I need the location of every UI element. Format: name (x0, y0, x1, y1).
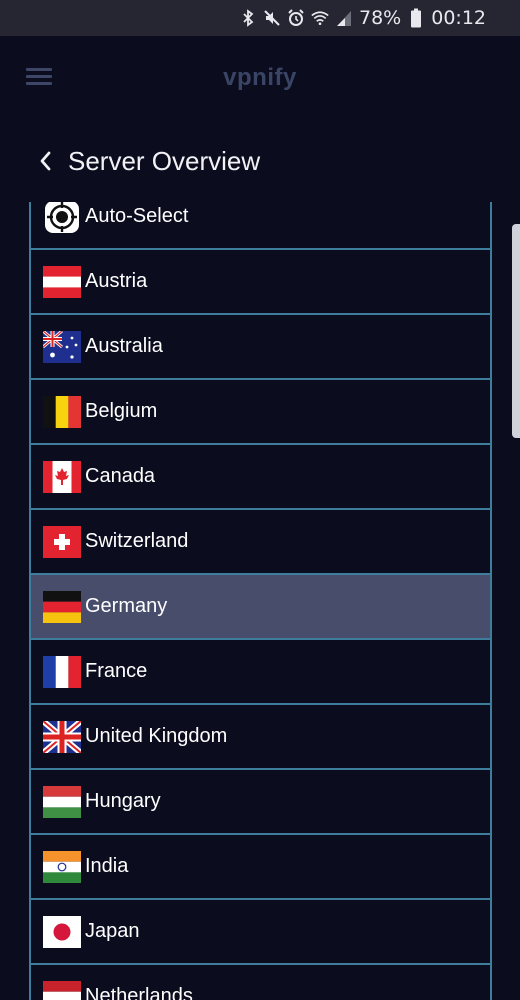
server-label: Belgium (85, 400, 158, 422)
back-button[interactable]: Server Overview (38, 138, 260, 184)
target-icon (45, 202, 79, 233)
server-row-netherlands[interactable]: Netherlands (31, 965, 490, 1000)
flag-india-icon (43, 850, 81, 883)
server-row-united-kingdom[interactable]: United Kingdom (31, 705, 490, 770)
server-label: Netherlands (85, 985, 193, 1000)
flag-france-icon (43, 655, 81, 688)
server-label: Auto-Select (85, 205, 189, 227)
server-label: Australia (85, 335, 163, 357)
flag-australia-icon (43, 330, 81, 363)
server-list[interactable]: Auto-Select Austria Australia Belgium Ca… (29, 202, 492, 1000)
flag-germany-icon (43, 590, 81, 623)
flag-austria-icon (43, 265, 81, 298)
app-title: vpnify (223, 64, 297, 91)
server-label: France (85, 660, 148, 682)
flag-netherlands-icon (43, 980, 81, 1000)
page-title: Server Overview (68, 145, 261, 176)
signal-icon (335, 9, 353, 27)
server-row-india[interactable]: India (31, 835, 490, 900)
server-label: India (85, 855, 129, 877)
app-bar: vpnify (0, 36, 520, 118)
flag-belgium-icon (43, 395, 81, 428)
server-label: Switzerland (85, 530, 189, 552)
server-row-switzerland[interactable]: Switzerland (31, 510, 490, 575)
flag-uk-icon (43, 720, 81, 753)
wifi-icon (311, 9, 329, 27)
server-row-hungary[interactable]: Hungary (31, 770, 490, 835)
flag-canada-icon (43, 460, 81, 493)
clock: 00:12 (431, 7, 486, 29)
server-row-canada[interactable]: Canada (31, 445, 490, 510)
chevron-left-icon (38, 148, 56, 174)
server-row-belgium[interactable]: Belgium (31, 380, 490, 445)
server-row-australia[interactable]: Australia (31, 315, 490, 380)
battery-icon (407, 8, 425, 28)
server-row-auto-select[interactable]: Auto-Select (31, 202, 490, 250)
server-row-france[interactable]: France (31, 640, 490, 705)
server-row-austria[interactable]: Austria (31, 250, 490, 315)
scrollbar-thumb[interactable] (512, 224, 520, 438)
server-label: United Kingdom (85, 725, 228, 747)
server-row-germany[interactable]: Germany (31, 575, 490, 640)
server-label: Hungary (85, 790, 161, 812)
server-label: Germany (85, 595, 168, 617)
flag-switzerland-icon (43, 525, 81, 558)
server-row-japan[interactable]: Japan (31, 900, 490, 965)
flag-hungary-icon (43, 785, 81, 818)
server-label: Austria (85, 270, 148, 292)
server-label: Japan (85, 920, 140, 942)
status-bar: 78% 00:12 (0, 0, 520, 36)
battery-percent: 78% (359, 7, 402, 29)
alarm-icon (287, 9, 305, 27)
flag-japan-icon (43, 915, 81, 948)
server-label: Canada (85, 465, 156, 487)
bluetooth-icon (239, 9, 257, 27)
mute-icon (263, 9, 281, 27)
